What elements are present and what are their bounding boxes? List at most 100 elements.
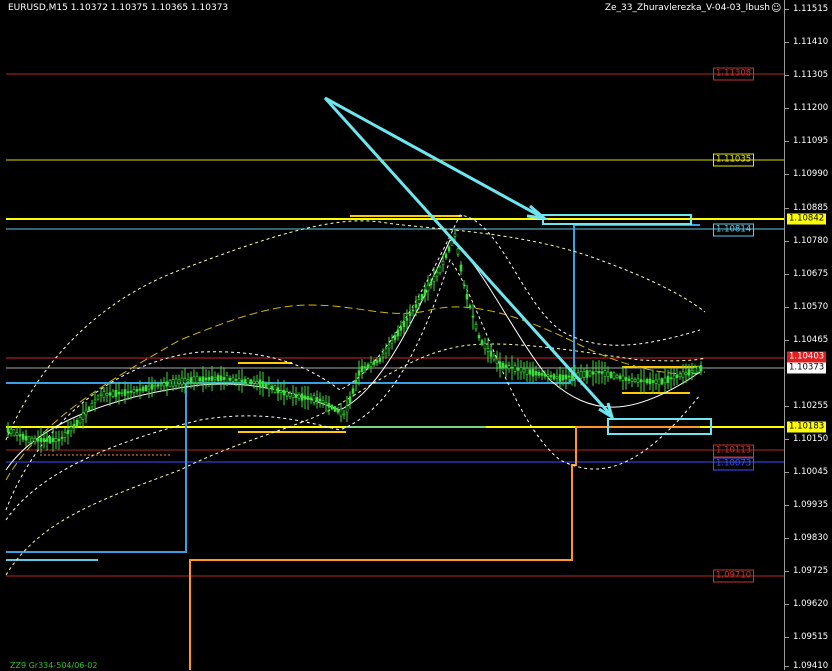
price-tick: 1.11305 (793, 70, 829, 80)
candle-body (72, 423, 76, 429)
candle-body (642, 379, 646, 382)
candle-body (597, 371, 601, 374)
candle-body (594, 370, 598, 375)
candle-body (246, 378, 250, 385)
price-tag-1-10403: 1.10403 (787, 351, 827, 363)
candle-body (639, 379, 643, 383)
candle-body (564, 374, 568, 380)
candle-body (282, 389, 286, 396)
candle-body (267, 384, 271, 390)
candle-body (519, 367, 523, 373)
candle-body (135, 389, 139, 392)
price-tick: 1.10885 (793, 203, 829, 213)
candle-body (57, 438, 61, 442)
candle-body (411, 309, 415, 312)
candle-body (543, 373, 547, 377)
candle-body (471, 315, 475, 318)
price-tick: 1.11200 (793, 103, 829, 113)
candle-body (168, 379, 172, 387)
candle-body (645, 379, 649, 384)
level-label: 1.10073 (713, 457, 755, 471)
candle-body (330, 404, 334, 410)
candle-body (180, 377, 184, 385)
candle-body (516, 367, 520, 371)
candle-body (102, 391, 106, 399)
candle-body (438, 266, 442, 274)
candle-body (318, 398, 322, 402)
candle-body (132, 389, 136, 393)
candle-body (345, 405, 349, 413)
price-tick: 1.09515 (793, 632, 829, 642)
candle-body (354, 380, 358, 384)
candle-body (615, 375, 619, 378)
candle-body (276, 387, 280, 394)
candle-body (408, 313, 412, 317)
candle-body (243, 379, 247, 384)
candle-body (582, 370, 586, 378)
candle-body (390, 340, 394, 344)
candle-body (666, 375, 670, 383)
candle-body (348, 396, 352, 404)
candle-body (108, 392, 112, 396)
level-label: 1.11308 (713, 67, 755, 81)
candle-body (621, 375, 625, 381)
candle-body (39, 437, 43, 443)
candle-body (177, 379, 181, 385)
price-tick: 1.10150 (793, 434, 829, 444)
smiley-icon: ☺ (771, 3, 782, 14)
candle-body (81, 412, 85, 420)
candle-body (300, 393, 304, 401)
candle-body (252, 380, 256, 384)
candle-body (558, 374, 562, 382)
candle-body (468, 305, 472, 309)
candle-body (420, 293, 424, 301)
candle-body (222, 377, 226, 380)
candle-body (198, 377, 202, 382)
candle-body (402, 321, 406, 327)
candle-body (678, 373, 682, 378)
candle-body (228, 377, 232, 381)
candle-body (75, 419, 79, 427)
candle-body (351, 388, 355, 394)
candle-body (27, 435, 31, 444)
candle-body (93, 399, 97, 403)
price-chart[interactable]: 1.11308 1.11035 1.10814 1.10113 1.10073 … (0, 0, 832, 671)
candle-body (294, 394, 298, 398)
candle-body (231, 377, 235, 382)
price-axis[interactable]: 1.11515 1.11410 1.11305 1.11200 1.11095 … (784, 0, 832, 671)
candle-body (525, 367, 529, 375)
candle-body (441, 261, 445, 265)
candle-body (159, 383, 163, 386)
candle-body (165, 381, 169, 387)
candle-body (648, 378, 652, 385)
candle-body (306, 396, 310, 400)
candle-body (636, 378, 640, 383)
candle-body (63, 432, 67, 438)
price-tick: 1.10045 (793, 467, 829, 477)
price-tick: 1.11410 (793, 37, 829, 47)
candle-body (555, 376, 559, 379)
candle-body (600, 371, 604, 374)
candle-body (9, 429, 13, 434)
candle-body (657, 378, 661, 386)
candle-body (270, 385, 274, 390)
candle-body (483, 343, 487, 350)
candle-body (324, 402, 328, 406)
chart-plot-area[interactable] (0, 0, 784, 670)
candle-body (603, 370, 607, 377)
candle-body (681, 371, 685, 378)
price-tag-1-10183: 1.10183 (787, 421, 827, 433)
candle-body (480, 340, 484, 345)
candle-body (393, 334, 397, 341)
candle-body (303, 395, 307, 400)
candle-body (285, 391, 289, 397)
price-tick: 1.11515 (793, 4, 829, 14)
candle-body (96, 395, 100, 400)
candle-body (18, 434, 22, 437)
candle-body (585, 370, 589, 378)
candle-body (111, 390, 115, 397)
candle-body (360, 366, 364, 372)
candle-body (219, 375, 223, 381)
candle-body (369, 362, 373, 367)
candle-body (186, 379, 190, 382)
